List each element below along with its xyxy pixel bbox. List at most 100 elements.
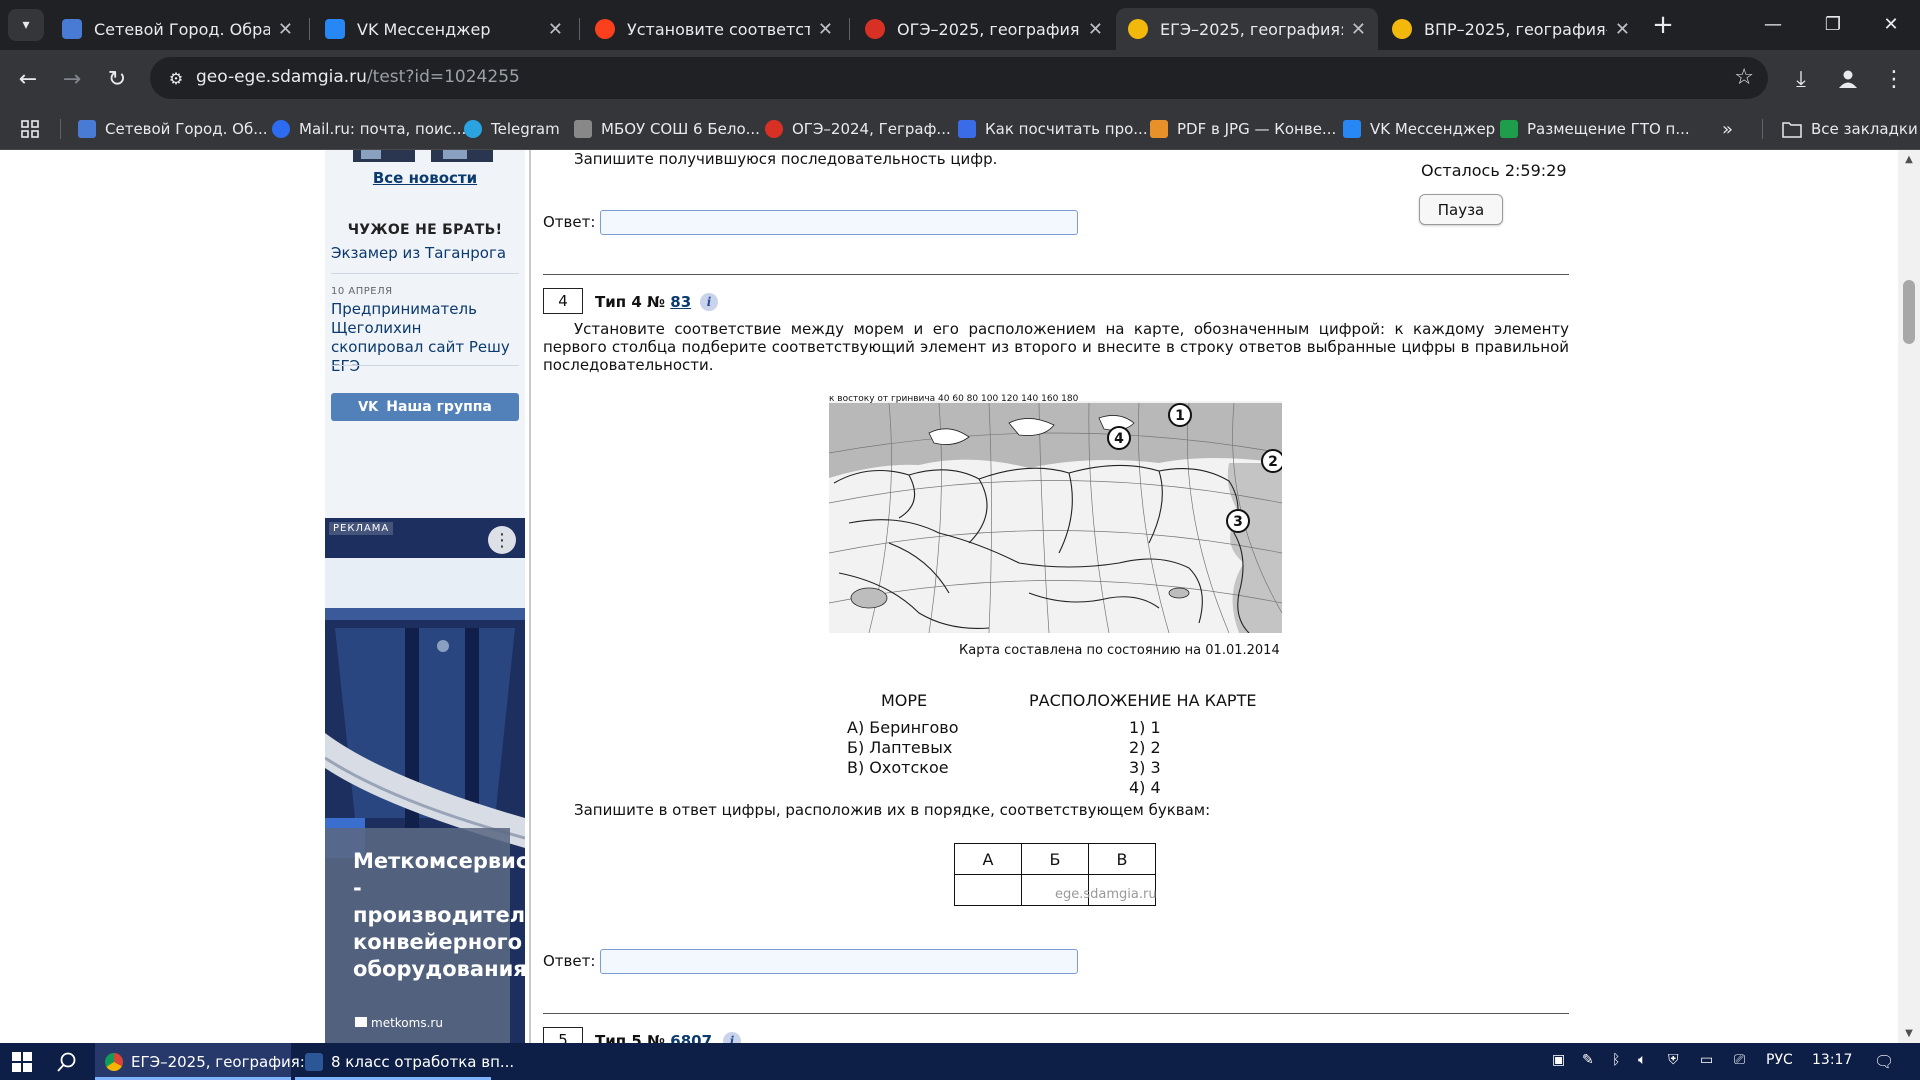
close-icon[interactable]: ✕ (1351, 19, 1366, 40)
all-bookmarks-button[interactable]: Все закладки (1782, 116, 1918, 142)
tab-title: ВПР–2025, география–11: (1424, 19, 1607, 39)
info-icon[interactable]: i (700, 293, 718, 311)
column-heading-sea: МОРЕ (881, 691, 928, 710)
match-item-a: А) Берингово (847, 718, 959, 737)
minimize-button[interactable]: — (1750, 8, 1796, 40)
chevron-down-icon: ▾ (22, 17, 30, 33)
display-icon[interactable]: ⎚ (1734, 1052, 1745, 1068)
network-disk-icon[interactable]: ▣ (1552, 1052, 1565, 1068)
map-longitude-header: к востоку от гринвича 40 60 80 100 120 1… (829, 394, 1079, 404)
restore-button[interactable]: ❐ (1810, 8, 1856, 40)
bookmark-star-icon[interactable]: ☆ (1734, 65, 1754, 90)
bookmark-label: Сетевой Город. Об... (105, 120, 268, 138)
tab-strip: ▾ Сетевой Город. Образова ✕ VK Мессендже… (0, 0, 1920, 50)
tab-vpr-2025[interactable]: ВПР–2025, география–11: ✕ (1380, 8, 1642, 50)
bookmark-mbou[interactable]: МБОУ СОШ 6 Бело... (574, 116, 760, 142)
news-thumbnail (353, 150, 493, 162)
search-button[interactable] (56, 1051, 78, 1077)
taskbar-app-chrome[interactable]: ЕГЭ–2025, география:... (95, 1043, 319, 1080)
tab-favicon-icon (325, 19, 345, 39)
tab-vk-messenger[interactable]: VK Мессенджер ✕ (313, 8, 575, 50)
pen-icon[interactable]: ✎ (1582, 1052, 1594, 1068)
page-scrollbar[interactable]: ▲ ▼ (1898, 150, 1920, 1043)
bookmark-mailru[interactable]: Mail.ru: почта, поис... (272, 116, 466, 142)
close-icon[interactable]: ✕ (1615, 19, 1630, 40)
close-icon[interactable]: ✕ (818, 19, 833, 40)
tab-oge-2025[interactable]: ОГЭ–2025, география: зад ✕ (853, 8, 1115, 50)
language-indicator[interactable]: РУС (1766, 1052, 1793, 1068)
task-id-link[interactable]: 6807 (670, 1032, 712, 1043)
ad-text: Меткомсервис - производитель конвейерног… (353, 849, 525, 981)
site-info-icon[interactable]: ⚙ (164, 66, 188, 90)
bookmarks-divider (1762, 119, 1763, 139)
battery-icon[interactable]: ▭ (1700, 1052, 1713, 1068)
apps-button[interactable] (20, 116, 40, 142)
url-host: geo-ege.sdamgia.ru (196, 67, 367, 87)
clock[interactable]: 13:17 (1812, 1052, 1852, 1068)
answer-table-header: Б (1021, 843, 1089, 875)
vk-icon (1343, 120, 1361, 138)
location-item-1: 1) 1 (1129, 718, 1161, 737)
tab-search-button[interactable]: ▾ (8, 9, 44, 41)
bookmark-vk[interactable]: VK Мессенджер (1343, 116, 1495, 142)
bookmark-favicon-icon (958, 120, 976, 138)
new-tab-button[interactable]: + (1648, 10, 1678, 40)
profile-button[interactable] (1832, 63, 1864, 95)
windows-security-icon[interactable]: ⛨ (1668, 1052, 1679, 1068)
start-button[interactable] (12, 1052, 32, 1076)
notifications-icon[interactable]: 🗨︎ (1874, 1052, 1894, 1071)
tab-title: Установите соответствие (627, 19, 810, 39)
bookmark-calc[interactable]: Как посчитать про... (958, 116, 1148, 142)
school-icon (574, 120, 592, 138)
vk-group-button[interactable]: VK Наша группа (331, 393, 519, 421)
news-date: 10 АПРЕЛЯ (331, 286, 393, 297)
match-item-c: В) Охотское (847, 758, 949, 777)
close-icon[interactable]: ✕ (278, 19, 293, 40)
tab-title: Сетевой Город. Образова (94, 19, 270, 39)
downloads-button[interactable]: ⤓ (1785, 63, 1817, 95)
ad-menu-button[interactable]: ⋮ (488, 526, 516, 554)
close-window-button[interactable]: ✕ (1868, 8, 1914, 40)
tab-favicon-icon (595, 19, 615, 39)
bookmark-pdf-jpg[interactable]: PDF в JPG — Конве... (1150, 116, 1336, 142)
menu-button[interactable]: ⋮ (1878, 63, 1910, 95)
close-icon[interactable]: ✕ (548, 19, 563, 40)
answer-input-task3[interactable] (600, 210, 1078, 235)
back-button[interactable]: ← (12, 63, 44, 95)
address-bar[interactable]: ⚙ geo-ege.sdamgia.ru/test?id=1024255 ☆ (150, 57, 1768, 99)
prev-task-tail: Запишите получившуюся последовательность… (574, 150, 998, 168)
double-chevron-icon: » (1722, 118, 1734, 140)
task-id-link[interactable]: 83 (670, 293, 691, 311)
info-icon[interactable]: i (723, 1032, 741, 1043)
close-icon[interactable]: ✕ (1088, 19, 1103, 40)
more-vert-icon: ⋮ (493, 529, 511, 551)
ad-banner[interactable]: РЕКЛАМА ⋮ Меткомсервис - производитель к… (325, 518, 525, 1043)
promo-link[interactable]: Экзамер из Таганрога (331, 244, 506, 262)
bookmark-oge-2024[interactable]: ОГЭ–2024, Геграф... (765, 116, 951, 142)
bookmark-telegram[interactable]: Telegram (464, 116, 560, 142)
url-text[interactable]: geo-ege.sdamgia.ru/test?id=1024255 (196, 67, 520, 87)
tab-yandex[interactable]: Установите соответствие ✕ (583, 8, 845, 50)
scroll-up-arrow-icon[interactable]: ▲ (1904, 154, 1914, 165)
bookmark-label: Mail.ru: почта, поис... (299, 120, 467, 138)
taskbar-app-word[interactable]: 8 класс отработка вп... (295, 1043, 514, 1080)
bookmark-gto[interactable]: Размещение ГТО п... (1500, 116, 1690, 142)
arrow-left-icon: ← (18, 66, 38, 92)
tab-ege-2025[interactable]: ЕГЭ–2025, география: зад ✕ (1116, 8, 1378, 50)
reload-button[interactable]: ↻ (101, 63, 133, 95)
bookmark-setevoy[interactable]: Сетевой Город. Об... (78, 116, 268, 142)
volume-icon[interactable]: 🔈︎ (1638, 1052, 1646, 1068)
all-bookmarks-label: Все закладки (1811, 120, 1918, 138)
answer-input-task4[interactable] (600, 949, 1078, 974)
task-number: 4 (543, 288, 583, 314)
tab-favicon-icon (865, 19, 885, 39)
tab-setevoy-gorod[interactable]: Сетевой Город. Образова ✕ (50, 8, 305, 50)
scroll-down-arrow-icon[interactable]: ▼ (1904, 1028, 1914, 1039)
all-news-link[interactable]: Все новости (325, 169, 525, 187)
bluetooth-icon[interactable]: ᛒ (1612, 1052, 1620, 1068)
scroll-thumb[interactable] (1903, 280, 1915, 344)
more-bookmarks-button[interactable]: » (1722, 116, 1733, 142)
bookmark-label: VK Мессенджер (1370, 120, 1496, 138)
forward-button[interactable]: → (56, 63, 88, 95)
pause-button[interactable]: Пауза (1419, 194, 1503, 225)
